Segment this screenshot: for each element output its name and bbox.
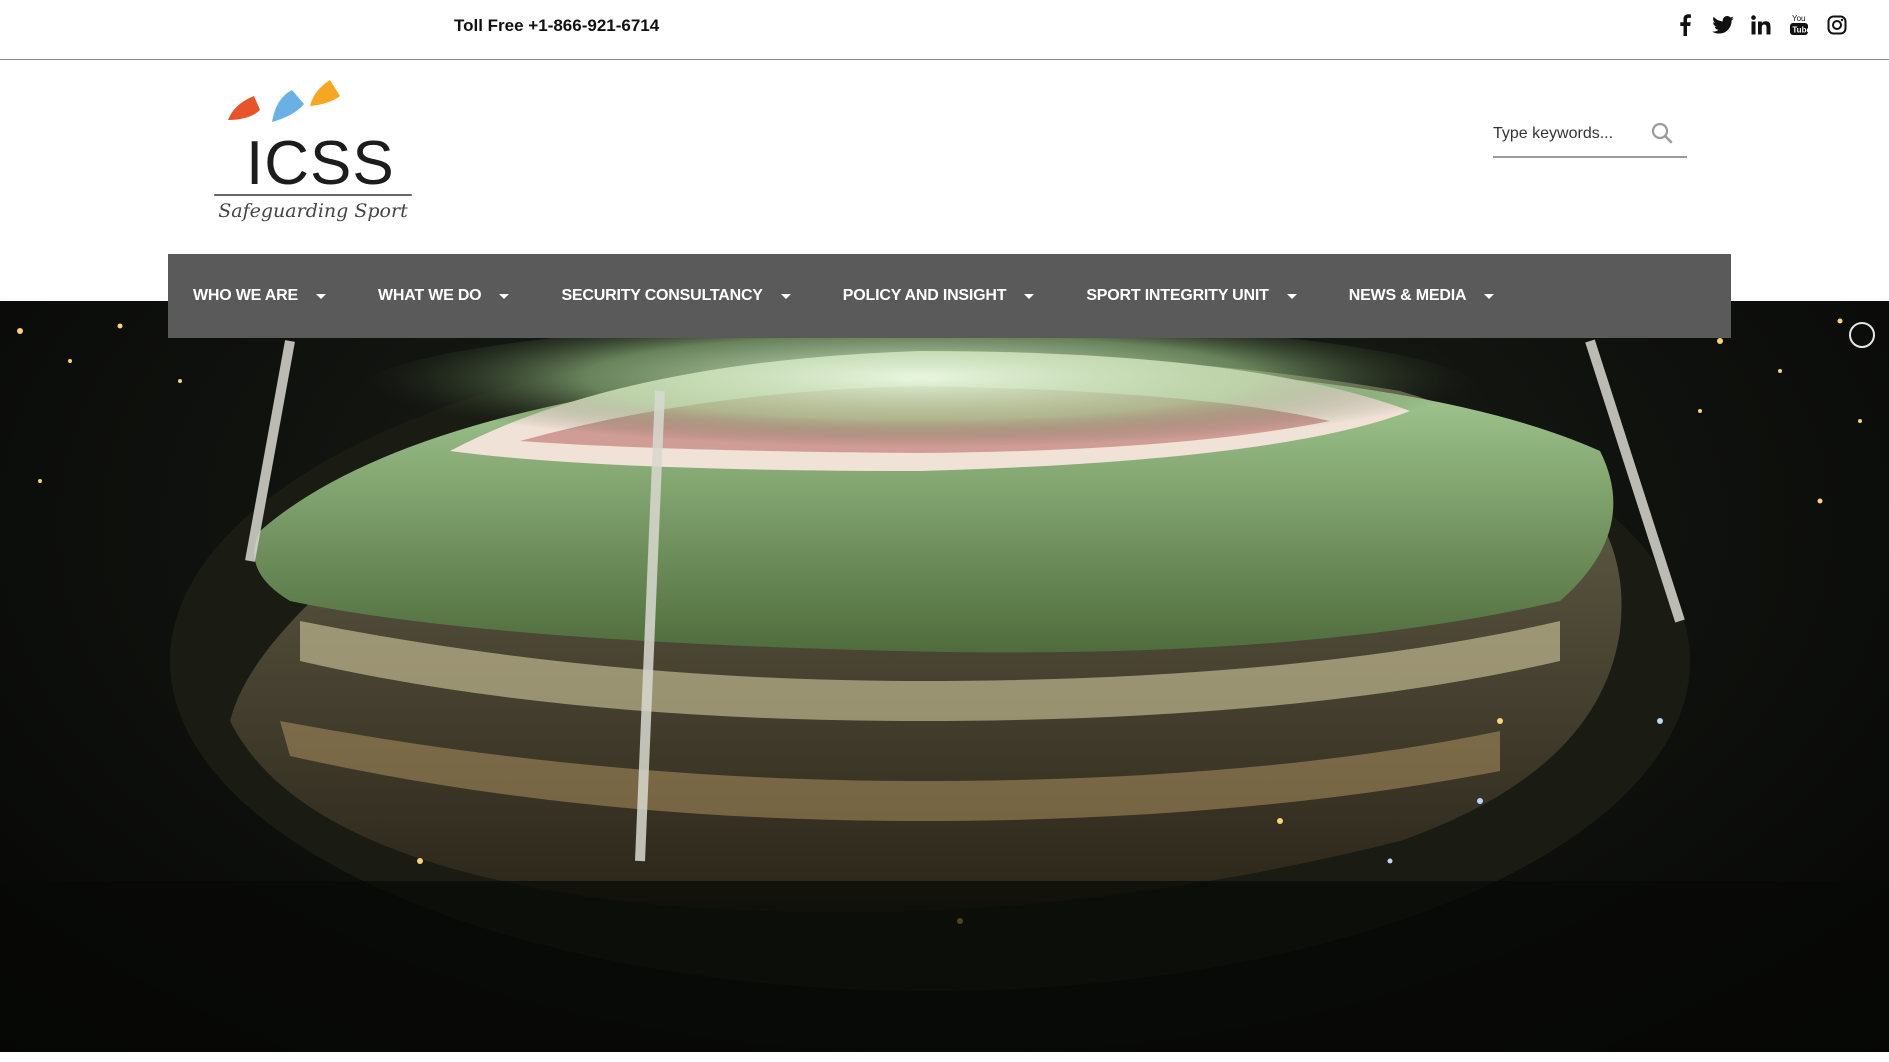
hero-image [0, 301, 1889, 1052]
stadium-illustration [0, 318, 1889, 1052]
nav-label: NEWS & MEDIA [1348, 287, 1467, 304]
caret-down-icon [315, 293, 326, 299]
nav-what-we-do[interactable]: WHAT WE DO [353, 254, 536, 338]
caret-down-icon [1286, 293, 1297, 299]
logo-wordmark: ICSS [246, 129, 395, 198]
caret-down-icon [1024, 293, 1035, 299]
twitter-icon[interactable] [1711, 12, 1735, 38]
nav-label: SPORT INTEGRITY UNIT [1086, 287, 1269, 304]
nav-label: WHO WE ARE [193, 287, 298, 304]
logo-underline [214, 194, 412, 196]
youtube-icon[interactable]: You Tube [1787, 12, 1811, 38]
nav-label: POLICY AND INSIGHT [842, 287, 1007, 304]
caret-down-icon [1484, 293, 1495, 299]
nav-policy-and-insight[interactable]: POLICY AND INSIGHT [818, 254, 1062, 338]
nav-news-and-media[interactable]: NEWS & MEDIA [1324, 254, 1522, 338]
linkedin-icon[interactable] [1749, 12, 1773, 38]
search-icon[interactable] [1651, 122, 1673, 149]
nav-label: SECURITY CONSULTANCY [561, 287, 763, 304]
caret-down-icon [780, 293, 791, 299]
svg-text:Tube: Tube [1792, 26, 1809, 35]
search-box [1493, 116, 1687, 158]
search-input[interactable] [1493, 120, 1643, 148]
top-bar: Toll Free +1-866-921-6714 You Tube [0, 0, 1889, 60]
toll-free-number[interactable]: Toll Free +1-866-921-6714 [454, 16, 659, 36]
logo-petals [228, 80, 340, 122]
nav-label: WHAT WE DO [377, 287, 482, 304]
nav-security-consultancy[interactable]: SECURITY CONSULTANCY [536, 254, 817, 338]
site-logo[interactable]: ICSS Safeguarding Sport [210, 76, 416, 232]
facebook-icon[interactable] [1673, 12, 1697, 38]
social-links: You Tube [1673, 12, 1849, 38]
main-nav: WHO WE ARE WHAT WE DO SECURITY CONSULTAN… [168, 254, 1731, 338]
logo-tagline: Safeguarding Sport [218, 200, 408, 222]
nav-sport-integrity-unit[interactable]: SPORT INTEGRITY UNIT [1061, 254, 1323, 338]
caret-down-icon [499, 293, 510, 299]
slider-indicator[interactable] [1849, 322, 1875, 348]
instagram-icon[interactable] [1825, 12, 1849, 38]
svg-text:You: You [1792, 14, 1806, 23]
nav-who-we-are[interactable]: WHO WE ARE [168, 254, 353, 338]
